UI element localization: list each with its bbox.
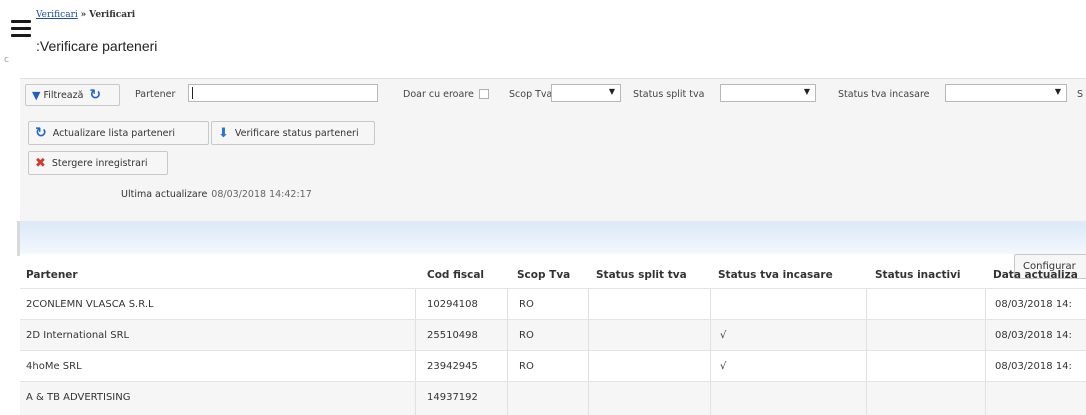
column-divider [866,289,867,320]
table-row[interactable]: 2D International SRL 25510498 RO √ 08/03… [20,319,1086,351]
breadcrumb: Verificari » Verificari [36,10,135,20]
column-header[interactable]: Data actualiza [993,269,1078,281]
column-divider [588,351,589,382]
column-divider [415,382,416,415]
column-divider [985,289,986,320]
updated-date-cell: 08/03/2018 14: [995,330,1072,341]
scop-tva-label: Scop Tva [509,89,553,100]
column-divider [866,351,867,382]
last-update-label: Ultima actualizare [121,189,208,200]
toolbar-band [20,221,1086,254]
scop-tva-cell: RO [519,299,534,310]
column-header[interactable]: Status inactivi [875,269,961,281]
column-divider [507,320,508,351]
column-divider [507,289,508,320]
scop-tva-cell: RO [519,361,534,372]
column-divider [866,320,867,351]
chevron-down-icon: ▼ [608,87,615,96]
partner-input[interactable] [188,84,378,102]
updated-date-cell: 08/03/2018 14: [995,361,1072,372]
column-header[interactable]: Status tva incasare [718,269,833,281]
column-divider [710,320,711,351]
status-incasare-label: Status tva incasare [838,89,930,100]
status-incasare-cell: √ [720,330,727,341]
status-split-select[interactable]: ▼ [720,84,816,102]
column-header[interactable]: Status split tva [596,269,687,281]
table-row[interactable]: 2CONLEMN VLASCA S.R.L 10294108 RO 08/03/… [20,288,1086,320]
refresh-icon: ↻ [35,125,47,141]
menu-icon[interactable] [11,20,31,41]
refresh-partners-button[interactable]: ↻ Actualizare lista parteneri [28,121,209,145]
funnel-icon: ▼ [32,88,41,102]
partner-cell: 2CONLEMN VLASCA S.R.L [26,299,154,310]
status-incasare-select[interactable]: ▼ [945,84,1067,102]
table-row[interactable]: A & TB ADVERTISING 14937192 [20,381,1086,415]
column-divider [507,382,508,415]
fiscal-code-cell: 23942945 [427,361,478,372]
column-divider [985,351,986,382]
column-divider [415,320,416,351]
last-update: Ultima actualizare 08/03/2018 14:42:17 [121,189,312,200]
chevron-down-icon: ▼ [1054,87,1061,96]
trailing-filter-label: S [1077,89,1084,100]
page-title: :Verificare parteneri [36,38,158,54]
partner-cell: 4hoMe SRL [26,361,82,372]
breadcrumb-link[interactable]: Verificari [36,10,78,20]
refresh-partners-label: Actualizare lista parteneri [52,127,176,139]
filter-panel: ▼ Filtrează ↻ Partener Doar cu eroare Sc… [20,78,1086,221]
arrow-down-icon: ⬇ [218,125,229,141]
delete-records-button[interactable]: ✖ Stergere inregistrari [28,151,168,175]
column-divider [710,382,711,415]
column-divider [710,351,711,382]
fiscal-code-cell: 25510498 [427,330,478,341]
side-mark: c [4,55,9,65]
scop-tva-cell: RO [519,330,534,341]
fiscal-code-cell: 10294108 [427,299,478,310]
column-divider [985,382,986,415]
filter-button-label: Filtrează [43,89,84,101]
column-divider [415,289,416,320]
filter-button[interactable]: ▼ Filtrează ↻ [25,84,120,106]
breadcrumb-current: Verificari [89,10,136,20]
partner-label: Partener [135,89,176,100]
column-header[interactable]: Scop Tva [517,269,570,281]
column-divider [415,351,416,382]
verify-status-button[interactable]: ⬇ Verificare status parteneri [211,121,375,145]
partner-cell: A & TB ADVERTISING [26,392,131,403]
partner-cell: 2D International SRL [26,330,130,341]
updated-date-cell: 08/03/2018 14: [995,299,1072,310]
text-caret [192,87,193,99]
column-header[interactable]: Partener [26,269,78,281]
delete-icon: ✖ [35,155,46,171]
column-divider [588,289,589,320]
delete-records-label: Stergere inregistrari [51,157,148,169]
column-divider [710,289,711,320]
last-update-value: 08/03/2018 14:42:17 [211,189,312,200]
column-divider [588,320,589,351]
status-incasare-cell: √ [720,361,727,372]
table-header: Partener Cod fiscal Scop Tva Status spli… [20,258,1086,286]
column-divider [866,382,867,415]
chevron-down-icon: ▼ [803,87,810,96]
scop-tva-select[interactable]: ▼ [551,84,621,102]
only-errors-label: Doar cu eroare [403,89,474,100]
refresh-icon[interactable]: ↻ [89,87,101,103]
column-divider [985,320,986,351]
verify-status-label: Verificare status parteneri [234,127,359,139]
column-divider [507,351,508,382]
fiscal-code-cell: 14937192 [427,392,478,403]
breadcrumb-separator: » [80,10,87,20]
column-divider [588,382,589,415]
table-row[interactable]: 4hoMe SRL 23942945 RO √ 08/03/2018 14: [20,350,1086,382]
only-errors-checkbox[interactable] [479,89,489,99]
column-header[interactable]: Cod fiscal [427,269,484,281]
status-split-label: Status split tva [633,89,705,100]
